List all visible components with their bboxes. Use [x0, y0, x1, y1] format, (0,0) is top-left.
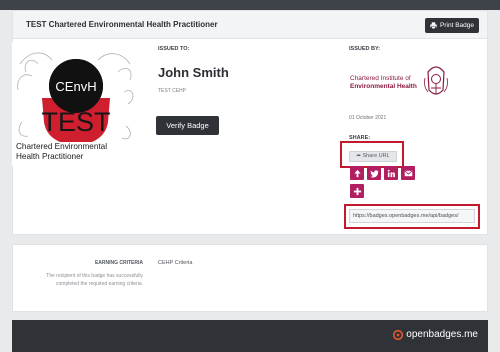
- badge-image: CEnvH TEST Chartered Environmental Healt…: [12, 42, 138, 166]
- issuer-name: Chartered Institute of Environmental Hea…: [350, 75, 417, 91]
- linkedin-icon[interactable]: [384, 166, 398, 180]
- recipient-name: John Smith: [158, 65, 229, 80]
- plus-icon[interactable]: [350, 184, 364, 198]
- recipient-subtitle: TEST CEHP: [158, 88, 186, 94]
- email-icon[interactable]: [401, 166, 415, 180]
- openbadges-brand[interactable]: openbadges.me: [393, 329, 478, 340]
- issued-by-label: ISSUED BY:: [349, 46, 381, 52]
- card-header: TEST Chartered Environmental Health Prac…: [13, 11, 487, 39]
- twitter-icon[interactable]: [367, 166, 381, 180]
- verify-badge-button[interactable]: Verify Badge: [156, 116, 219, 135]
- badge-abbrev: CEnvH: [55, 79, 96, 94]
- issue-date: 01 October 2021: [349, 115, 387, 121]
- share-url-field[interactable]: https://badges.openbadges.me/api/badges/: [349, 209, 475, 223]
- share-url-button[interactable]: ➦ Share URL: [349, 151, 397, 162]
- badge-stamp: TEST: [41, 107, 110, 137]
- openbadges-logo-icon: [393, 329, 404, 340]
- upload-icon[interactable]: [350, 166, 364, 180]
- earning-criteria-link[interactable]: CEHP Criteria: [158, 260, 192, 266]
- earning-criteria-description: The recipient of this badge has successf…: [46, 273, 143, 287]
- issued-to-label: ISSUED TO:: [158, 46, 190, 52]
- badge-title: TEST Chartered Environmental Health Prac…: [26, 20, 218, 29]
- issuer-name-line2: Environmental Health: [350, 83, 417, 90]
- printer-icon: [430, 22, 437, 29]
- share-icons: [350, 166, 420, 200]
- top-bar: [0, 0, 500, 10]
- footer: openbadges.me: [12, 320, 488, 352]
- share-url-label: Share URL: [362, 153, 390, 159]
- badge-title-line1: Chartered Environmental: [16, 142, 107, 151]
- print-badge-label: Print Badge: [440, 22, 474, 29]
- print-badge-button[interactable]: Print Badge: [425, 18, 479, 33]
- badge-title-line2: Health Practitioner: [16, 152, 84, 161]
- issuer-name-line1: Chartered Institute of: [350, 75, 411, 82]
- footer-brand-text: openbadges.me: [406, 329, 478, 340]
- earning-criteria-label: EARNING CRITERIA: [94, 260, 143, 266]
